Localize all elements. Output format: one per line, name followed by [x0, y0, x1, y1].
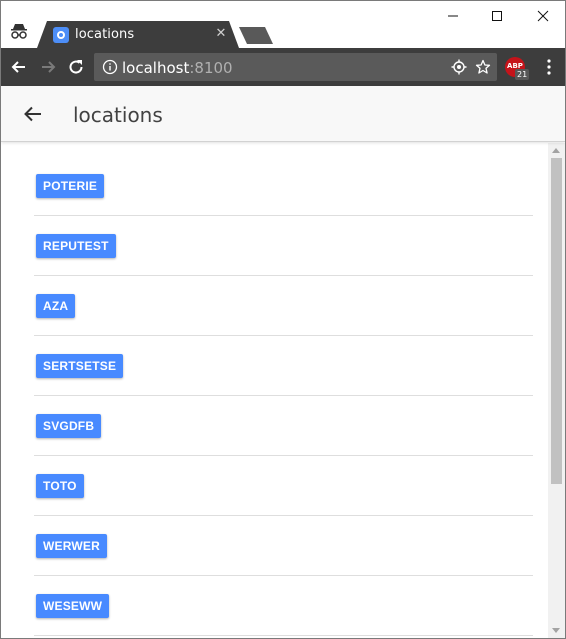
url-port: :8100: [189, 59, 233, 77]
tab-strip: locations ✕: [1, 1, 565, 48]
more-vertical-icon[interactable]: [539, 57, 559, 77]
tab-locations[interactable]: locations ✕: [37, 21, 239, 48]
close-window-icon[interactable]: [531, 5, 555, 27]
list-item: SVGDFB: [34, 396, 533, 456]
location-button-toto[interactable]: TOTO: [36, 474, 84, 498]
info-icon[interactable]: [102, 59, 118, 75]
location-button-poterie[interactable]: POTERIE: [36, 174, 105, 198]
location-button-werwer[interactable]: WERWER: [36, 534, 107, 558]
url-host: localhost: [122, 59, 190, 77]
url-text: localhost:8100: [122, 59, 233, 77]
page-title: locations: [73, 103, 163, 127]
location-button-svgdfb[interactable]: SVGDFB: [36, 414, 102, 438]
adblock-extension-button[interactable]: ABP 21: [505, 57, 530, 81]
browser-toolbar: localhost:8100 ABP 21: [1, 48, 565, 86]
list-item: WESEWW: [34, 576, 533, 636]
scrollbar[interactable]: [548, 143, 565, 638]
location-button-aza[interactable]: AZA: [36, 294, 76, 318]
reload-icon[interactable]: [66, 57, 86, 77]
minimize-icon[interactable]: [441, 5, 465, 27]
new-tab-button[interactable]: [239, 27, 273, 44]
location-target-icon[interactable]: [451, 59, 467, 75]
extension-badge: 21: [515, 69, 530, 80]
list-item: POTERIE: [34, 143, 533, 216]
list-item: AZA: [34, 276, 533, 336]
arrow-back-icon[interactable]: [21, 102, 45, 126]
list-item: SERTSETSE: [34, 336, 533, 396]
location-button-reputest[interactable]: REPUTEST: [36, 234, 116, 258]
tab-title: locations: [75, 27, 135, 42]
browser-window: locations ✕ localhost:8100 ABP 21 locati…: [0, 0, 566, 639]
tab-favicon-icon: [53, 27, 69, 43]
app-header: locations: [1, 86, 565, 142]
scroll-up-arrow-icon[interactable]: [552, 148, 560, 153]
incognito-icon: [11, 24, 27, 39]
tab-close-icon[interactable]: ✕: [213, 25, 229, 41]
locations-list: POTERIE REPUTEST AZA SERTSETSE SVGDFB TO…: [34, 143, 533, 636]
list-item: WERWER: [34, 516, 533, 576]
maximize-icon[interactable]: [485, 5, 509, 27]
scrollbar-thumb[interactable]: [551, 158, 562, 484]
arrow-right-icon[interactable]: [38, 57, 58, 77]
star-icon[interactable]: [475, 59, 491, 75]
address-bar[interactable]: localhost:8100: [94, 53, 497, 81]
arrow-left-icon[interactable]: [9, 57, 29, 77]
list-item: REPUTEST: [34, 216, 533, 276]
location-button-sertsetse[interactable]: SERTSETSE: [36, 354, 124, 378]
scroll-down-arrow-icon[interactable]: [552, 628, 560, 633]
content-area: POTERIE REPUTEST AZA SERTSETSE SVGDFB TO…: [1, 143, 548, 638]
list-item: TOTO: [34, 456, 533, 516]
location-button-weseww[interactable]: WESEWW: [36, 594, 110, 618]
